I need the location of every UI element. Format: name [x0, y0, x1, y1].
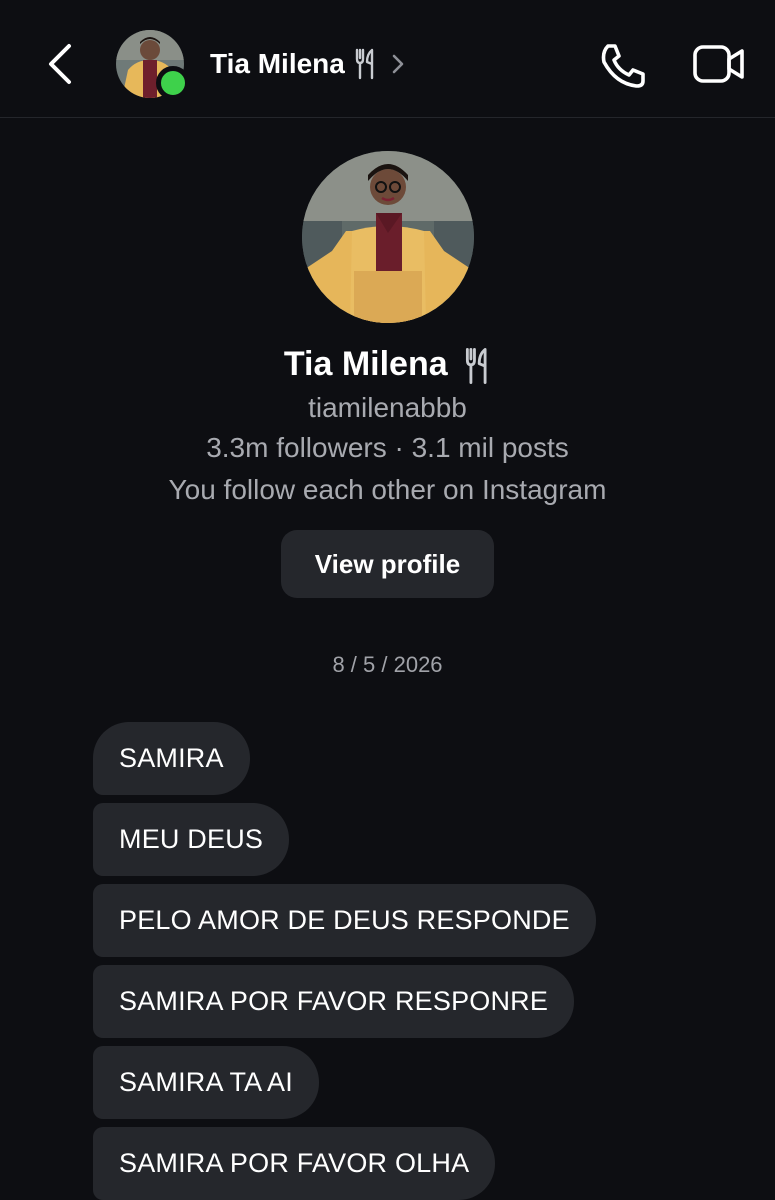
video-camera-icon — [693, 45, 744, 83]
chevron-left-icon — [49, 44, 71, 84]
message-bubble[interactable]: SAMIRA POR FAVOR OLHA — [93, 1127, 496, 1200]
profile-username: tiamilenabbb — [308, 392, 467, 423]
back-button[interactable] — [36, 38, 82, 90]
view-profile-button[interactable]: View profile — [281, 530, 494, 598]
profile-stats: 3.3m followers · 3.1 mil posts — [206, 432, 569, 463]
chat-header: Tia Milena — [0, 0, 775, 118]
profile-name-row: Tia Milena — [0, 345, 775, 386]
profile-avatar-large[interactable] — [302, 151, 474, 323]
fork-knife-icon — [466, 348, 487, 384]
message-bubble[interactable]: SAMIRA TA AI — [93, 1046, 319, 1119]
message-list: SAMIRA MEU DEUS PELO AMOR DE DEUS RESPON… — [93, 722, 596, 1200]
message-bubble[interactable]: SAMIRA — [93, 722, 250, 795]
phone-icon — [601, 44, 645, 88]
audio-call-button[interactable] — [598, 42, 648, 90]
chevron-right-icon — [392, 54, 404, 74]
message-bubble[interactable]: PELO AMOR DE DEUS RESPONDE — [93, 884, 596, 957]
video-call-button[interactable] — [692, 42, 746, 88]
fork-knife-icon — [355, 48, 374, 80]
profile-mutual-follow: You follow each other on Instagram — [168, 474, 607, 505]
message-bubble[interactable]: MEU DEUS — [93, 803, 290, 876]
thread-date: 8 / 5 / 2026 — [332, 652, 443, 677]
header-name-link[interactable]: Tia Milena — [210, 48, 405, 80]
dm-screen: Tia Milena Tia Milena tiamilenabbb 3.3m … — [0, 0, 775, 1200]
header-avatar[interactable] — [116, 30, 190, 100]
header-name: Tia Milena — [210, 48, 345, 79]
profile-name: Tia Milena — [283, 345, 448, 383]
online-indicator — [156, 66, 190, 100]
message-bubble[interactable]: SAMIRA POR FAVOR RESPONRE — [93, 965, 575, 1038]
profile-photo — [302, 151, 474, 323]
